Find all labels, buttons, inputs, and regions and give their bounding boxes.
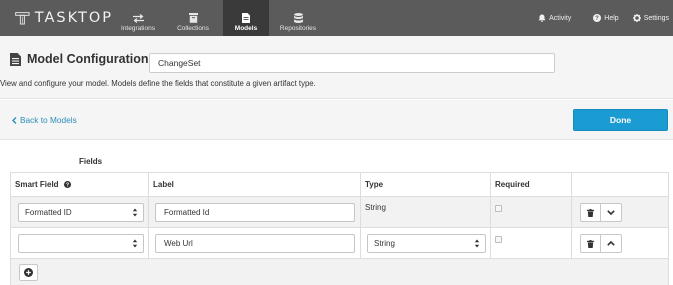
- page-header: Model Configuration View and configure y…: [0, 36, 673, 99]
- actions-cell: [571, 228, 669, 258]
- smart-field-cell: [10, 228, 148, 258]
- required-checkbox[interactable]: [495, 236, 502, 243]
- model-name-input[interactable]: [149, 53, 555, 73]
- top-nav-bar: TASKTOP Integrations Collections Models …: [0, 0, 673, 36]
- select-caret-icon: [132, 208, 138, 217]
- document-icon: [10, 52, 21, 66]
- nav-repositories-label: Repositories: [279, 25, 317, 32]
- fields-table: Smart Field ? Label Type Required Format…: [10, 172, 669, 285]
- document-icon: [242, 13, 250, 23]
- type-value: String: [374, 239, 395, 248]
- label-input[interactable]: [155, 203, 355, 222]
- type-cell: String: [360, 197, 490, 227]
- required-checkbox[interactable]: [495, 205, 502, 212]
- tasktop-logo-icon: [15, 12, 30, 25]
- collapse-field-button[interactable]: [601, 234, 622, 253]
- expand-field-button[interactable]: [601, 203, 622, 222]
- label-cell: [148, 197, 360, 227]
- add-field-button[interactable]: [19, 264, 38, 281]
- logo-text: TASKTOP: [34, 10, 113, 26]
- column-header-type: Type: [360, 173, 490, 196]
- nav-models[interactable]: Models: [223, 0, 269, 36]
- delete-field-button[interactable]: [580, 234, 601, 253]
- table-row: Formatted ID String: [10, 197, 669, 228]
- nav-integrations-label: Integrations: [121, 25, 155, 32]
- column-header-required: Required: [490, 173, 571, 196]
- app-logo[interactable]: TASKTOP: [0, 0, 113, 36]
- fields-heading: Fields: [79, 157, 103, 166]
- chevron-left-icon: [12, 116, 17, 124]
- activity-label: Activity: [549, 14, 572, 22]
- chevron-up-icon: [607, 241, 615, 246]
- select-caret-icon: [132, 239, 138, 248]
- trash-icon: [587, 208, 594, 217]
- column-header-smart-field: Smart Field ?: [10, 173, 148, 196]
- smart-field-select[interactable]: [18, 234, 144, 253]
- back-link-label: Back to Models: [20, 115, 77, 125]
- nav-repositories[interactable]: Repositories: [269, 0, 327, 36]
- collections-icon: [188, 13, 198, 23]
- gear-icon: [632, 14, 641, 22]
- smart-field-header-label: Smart Field: [15, 180, 59, 189]
- select-caret-icon: [474, 239, 480, 248]
- type-value: String: [365, 203, 386, 212]
- question-circle-icon[interactable]: ?: [63, 181, 71, 188]
- label-input[interactable]: [155, 234, 355, 253]
- arrows-exchange-icon: [132, 14, 144, 23]
- question-circle-icon: ?: [593, 14, 602, 22]
- column-header-label: Label: [148, 173, 360, 196]
- activity-link[interactable]: Activity: [538, 14, 571, 22]
- trash-icon: [587, 239, 594, 248]
- delete-field-button[interactable]: [580, 203, 601, 222]
- back-to-models-link[interactable]: Back to Models: [12, 115, 77, 125]
- chevron-down-icon: [607, 210, 615, 215]
- help-label: Help: [604, 14, 619, 22]
- required-cell: [490, 228, 571, 258]
- column-header-actions: [571, 173, 669, 196]
- page-title: Model Configuration: [27, 52, 149, 66]
- label-cell: [148, 228, 360, 258]
- database-icon: [293, 13, 303, 23]
- plus-circle-icon: [24, 268, 33, 277]
- type-cell: String: [360, 228, 490, 258]
- nav-models-label: Models: [234, 25, 258, 32]
- bell-icon: [538, 14, 546, 22]
- settings-label: Settings: [643, 14, 669, 22]
- table-row: String: [10, 228, 669, 259]
- svg-text:?: ?: [595, 16, 599, 22]
- settings-link[interactable]: Settings: [632, 14, 669, 22]
- add-field-row: [10, 259, 669, 285]
- type-select[interactable]: String: [367, 234, 486, 253]
- title-row: Model Configuration: [10, 52, 149, 66]
- nav-collections-label: Collections: [177, 25, 209, 32]
- add-field-cell: [10, 259, 669, 285]
- table-header-row: Smart Field ? Label Type Required: [10, 173, 669, 197]
- svg-text:?: ?: [66, 182, 69, 188]
- smart-field-value: Formatted ID: [25, 208, 72, 217]
- nav-integrations[interactable]: Integrations: [113, 0, 163, 36]
- required-cell: [490, 197, 571, 227]
- topbar-right-group: Activity ? Help Settings: [538, 0, 673, 36]
- done-button[interactable]: Done: [573, 109, 668, 131]
- page-description: View and configure your model. Models de…: [0, 79, 316, 88]
- help-link[interactable]: ? Help: [593, 14, 619, 22]
- actions-cell: [571, 197, 669, 227]
- smart-field-cell: Formatted ID: [10, 197, 148, 227]
- smart-field-select[interactable]: Formatted ID: [18, 203, 144, 222]
- nav-collections[interactable]: Collections: [163, 0, 223, 36]
